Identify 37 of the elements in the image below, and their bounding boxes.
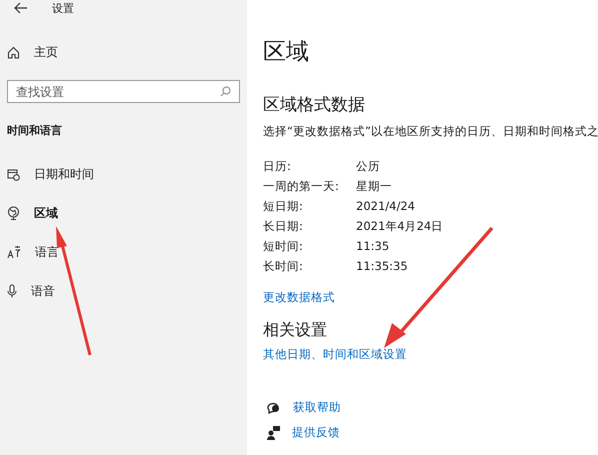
related-settings-link[interactable]: 其他日期、时间和区域设置: [263, 347, 407, 362]
help-link[interactable]: 获取帮助: [263, 400, 341, 415]
change-format-link[interactable]: 更改数据格式: [263, 290, 335, 305]
format-label: 长时间:: [263, 259, 304, 274]
window-title: 设置: [52, 0, 74, 16]
calendar-clock-icon: [7, 168, 20, 180]
chat-bubble-icon: [267, 401, 281, 414]
format-value: 星期一: [356, 179, 393, 194]
section-heading: 时间和语言: [7, 123, 63, 138]
description-text: 选择“更改数据格式”以在地区所支持的日历、日期和时间格式之: [263, 124, 598, 139]
format-label: 一周的第一天:: [263, 179, 340, 194]
search-icon: [220, 86, 231, 97]
home-icon: [7, 46, 20, 59]
sidebar-item[interactable]: 日期和时间: [7, 166, 240, 182]
format-label: 短日期:: [263, 199, 304, 214]
format-label: 短时间:: [263, 239, 304, 254]
language-icon: [7, 245, 21, 259]
home-link[interactable]: 主页: [7, 44, 240, 61]
format-label: 长日期:: [263, 219, 304, 234]
sidebar-item[interactable]: 语音: [7, 283, 240, 299]
microphone-icon: [7, 284, 17, 298]
back-arrow-icon[interactable]: [14, 2, 28, 14]
sidebar-item[interactable]: 区域: [7, 205, 240, 221]
section-heading: 区域格式数据: [263, 94, 366, 116]
format-value: 11:35: [356, 239, 390, 254]
format-value: 公历: [356, 159, 381, 174]
format-label: 日历:: [263, 159, 292, 174]
search-field[interactable]: 查找设置: [7, 80, 240, 103]
help-link[interactable]: 提供反馈: [263, 425, 340, 440]
format-value: 2021年4月24日: [356, 219, 444, 234]
page-title: 区域: [263, 38, 310, 67]
format-value: 2021/4/24: [356, 199, 416, 214]
sidebar-item[interactable]: 语言: [7, 244, 240, 260]
format-value: 11:35:35: [356, 259, 409, 274]
section-heading: 相关设置: [263, 320, 328, 341]
person-feedback-icon: [267, 426, 280, 440]
globe-icon: [7, 206, 20, 220]
